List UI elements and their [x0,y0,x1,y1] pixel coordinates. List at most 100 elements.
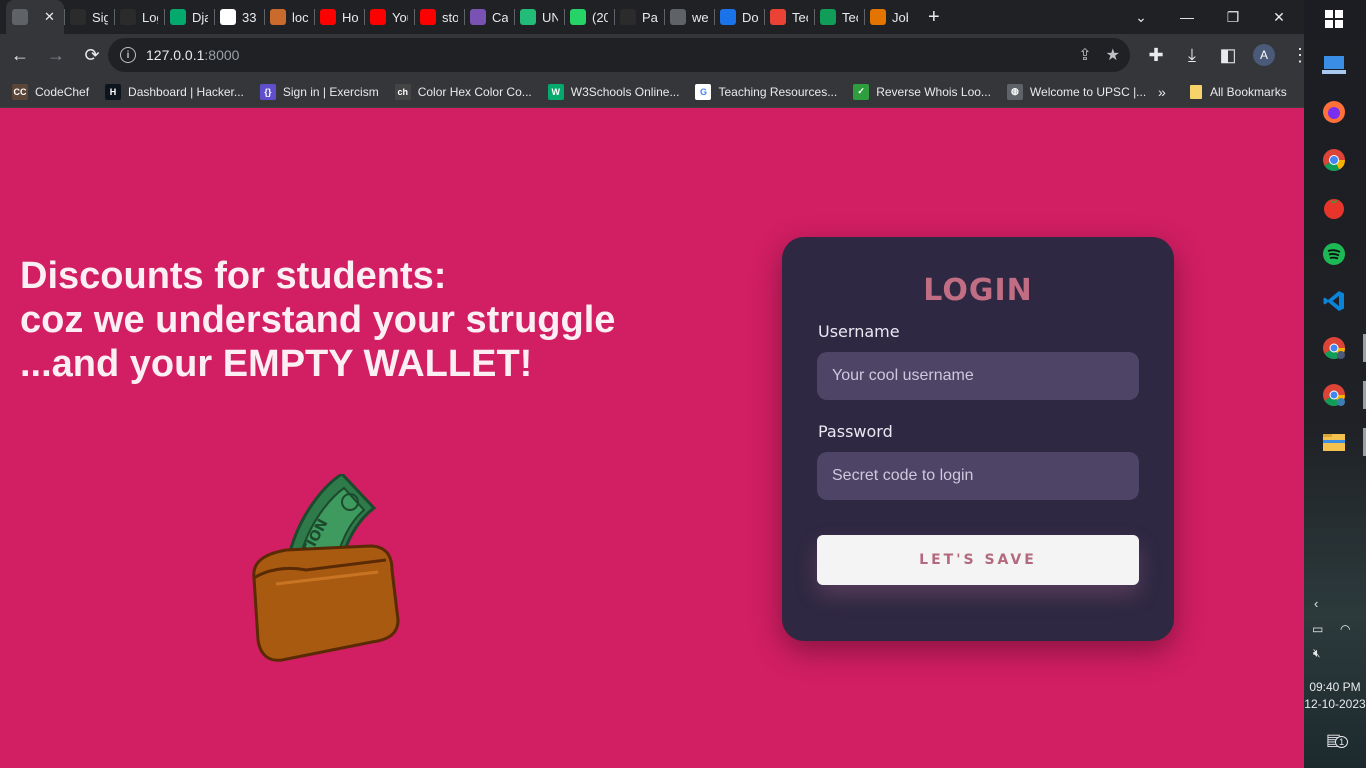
tab-title: sto [442,9,458,25]
bootstrap-icon [470,9,486,25]
bookmark-item[interactable]: {} Sign in | Exercism [259,83,379,100]
browser-tab[interactable]: (20 [564,0,614,34]
extensions-icon[interactable]: ✚ [1140,39,1172,71]
profile-button[interactable]: A [1248,39,1280,71]
browser-tab[interactable]: 33 [214,0,264,34]
bookmark-item[interactable]: ch Color Hex Color Co... [394,83,532,100]
omnibox-actions: ⇪ ★ [1078,38,1120,72]
side-panel-icon[interactable]: ◧ [1212,39,1244,71]
browser-tab[interactable]: ✕ [6,0,64,34]
vscode-remote-icon[interactable] [1321,52,1347,78]
avatar: A [1253,44,1275,66]
browser-tab[interactable]: Sig [64,0,114,34]
github-icon [70,9,86,25]
browser-tab[interactable]: UN [514,0,564,34]
tab-title: Tec [842,9,858,25]
address-host: 127.0.0.1 [146,47,205,63]
bookmark-item[interactable]: ◍ Welcome to UPSC |... [1006,83,1146,100]
tab-title: 33 [242,9,257,25]
bookmark-item[interactable]: G Teaching Resources... [695,83,838,100]
address-bar[interactable]: i 127.0.0.1:8000 ⇪ ★ [108,38,1130,72]
browser-tab[interactable]: Log [114,0,164,34]
whatsapp-icon [570,9,586,25]
back-button[interactable]: ← [4,39,36,71]
tab-strip: ✕ Sig Log Dja 33 loc Ho You sto Car UN (20 Pag wel Do T… [0,0,1304,34]
windows-start-icon[interactable] [1321,6,1347,32]
tomato-timer-icon[interactable] [1321,194,1347,220]
colorhex-icon: ch [394,83,411,100]
browser-toolbar: ← → ⟳ i 127.0.0.1:8000 ⇪ ★ ✚ ⤓ ◧ A ⋮ [0,34,1309,76]
restore-button[interactable]: ❐ [1210,9,1256,26]
chrome-icon[interactable] [1321,147,1347,173]
chrome-profile-2-icon[interactable] [1321,382,1347,408]
browser-tab[interactable]: wel [664,0,714,34]
youtube-icon [370,9,386,25]
close-tab-icon[interactable]: ✕ [44,9,55,25]
w3-icon [170,9,186,25]
exercism-icon: {} [259,83,276,100]
tab-title: Car [492,9,508,25]
browser-tab[interactable]: Job [864,0,914,34]
matlab-icon [270,9,286,25]
share-icon[interactable]: ⇪ [1078,45,1091,65]
headline-line-1: Discounts for students: [20,255,447,297]
minimize-button[interactable]: — [1164,9,1210,25]
spotify-icon[interactable] [1321,241,1347,267]
browser-tab[interactable]: Pag [614,0,664,34]
tab-search-icon[interactable]: ⌄ [1118,9,1164,26]
all-bookmarks-label: All Bookmarks [1210,85,1287,99]
bookmark-item[interactable]: CC CodeChef [12,83,90,100]
clock-time: 09:40 PM [1309,680,1361,694]
bookmarks-overflow-button[interactable]: » [1158,76,1166,108]
headline-line-2: coz we understand your struggle [20,299,616,341]
reload-button[interactable]: ⟳ [76,39,108,71]
clock[interactable]: 09:40 PM 12-10-2023 [1304,679,1366,713]
clock-date: 12-10-2023 [1304,697,1366,711]
bookmark-star-icon[interactable]: ★ [1106,45,1120,65]
bookmark-item[interactable]: W W3Schools Online... [547,83,679,100]
tray-expand-icon[interactable]: ‹ [1314,596,1318,611]
all-bookmarks-button[interactable]: All Bookmarks [1190,76,1287,108]
login-submit-button[interactable]: LET'S SAVE [817,535,1139,585]
file-explorer-icon[interactable] [1321,429,1347,455]
bookmark-label: Teaching Resources... [718,84,838,99]
browser-tab[interactable]: Car [464,0,514,34]
mute-icon[interactable]: 🔇︎ [1313,646,1321,661]
username-input[interactable] [817,352,1139,400]
browser-tab[interactable]: Ho [314,0,364,34]
browser-tab[interactable]: loc [264,0,314,34]
browser-tab[interactable]: Dja [164,0,214,34]
bookmark-item[interactable]: ✓ Reverse Whois Loo... [853,83,991,100]
vscode-icon[interactable] [1321,288,1347,314]
browser-tab[interactable]: sto [414,0,464,34]
site-info-icon[interactable]: i [120,47,136,63]
chrome-profile-icon[interactable] [1321,335,1347,361]
google-icon: G [695,83,712,100]
password-input[interactable] [817,452,1139,500]
tab-title: Dja [192,9,208,25]
firefox-icon[interactable] [1321,99,1347,125]
tab-title: Tec [792,9,808,25]
browser-tab[interactable]: Do [714,0,764,34]
browser-tab[interactable]: Tec [814,0,864,34]
bookmark-item[interactable]: H Dashboard | Hacker... [105,83,244,100]
wifi-icon[interactable]: ◠ [1340,622,1350,636]
bookmark-label: Reverse Whois Loo... [876,84,991,99]
notification-center-button[interactable]: ▤1 [1326,730,1349,750]
forward-button[interactable]: → [40,39,72,71]
close-window-button[interactable]: ✕ [1256,9,1302,26]
battery-icon[interactable]: ▭ [1312,622,1323,636]
address-port: :8000 [204,47,240,63]
wallet-illustration: TION [252,474,400,662]
downloads-icon[interactable]: ⤓ [1176,39,1208,71]
new-tab-button[interactable]: + [918,6,950,29]
browser-tab[interactable]: Tec [764,0,814,34]
bookmark-label: Dashboard | Hacker... [128,84,244,99]
tab-title: UN [542,9,558,25]
page-content: Discounts for students: coz we understan… [0,108,1304,768]
tab-title: Pag [642,9,658,25]
gmail-icon [770,9,786,25]
bookmark-label: CodeChef [35,84,90,99]
check-icon: ✓ [853,83,870,100]
browser-tab[interactable]: You [364,0,414,34]
